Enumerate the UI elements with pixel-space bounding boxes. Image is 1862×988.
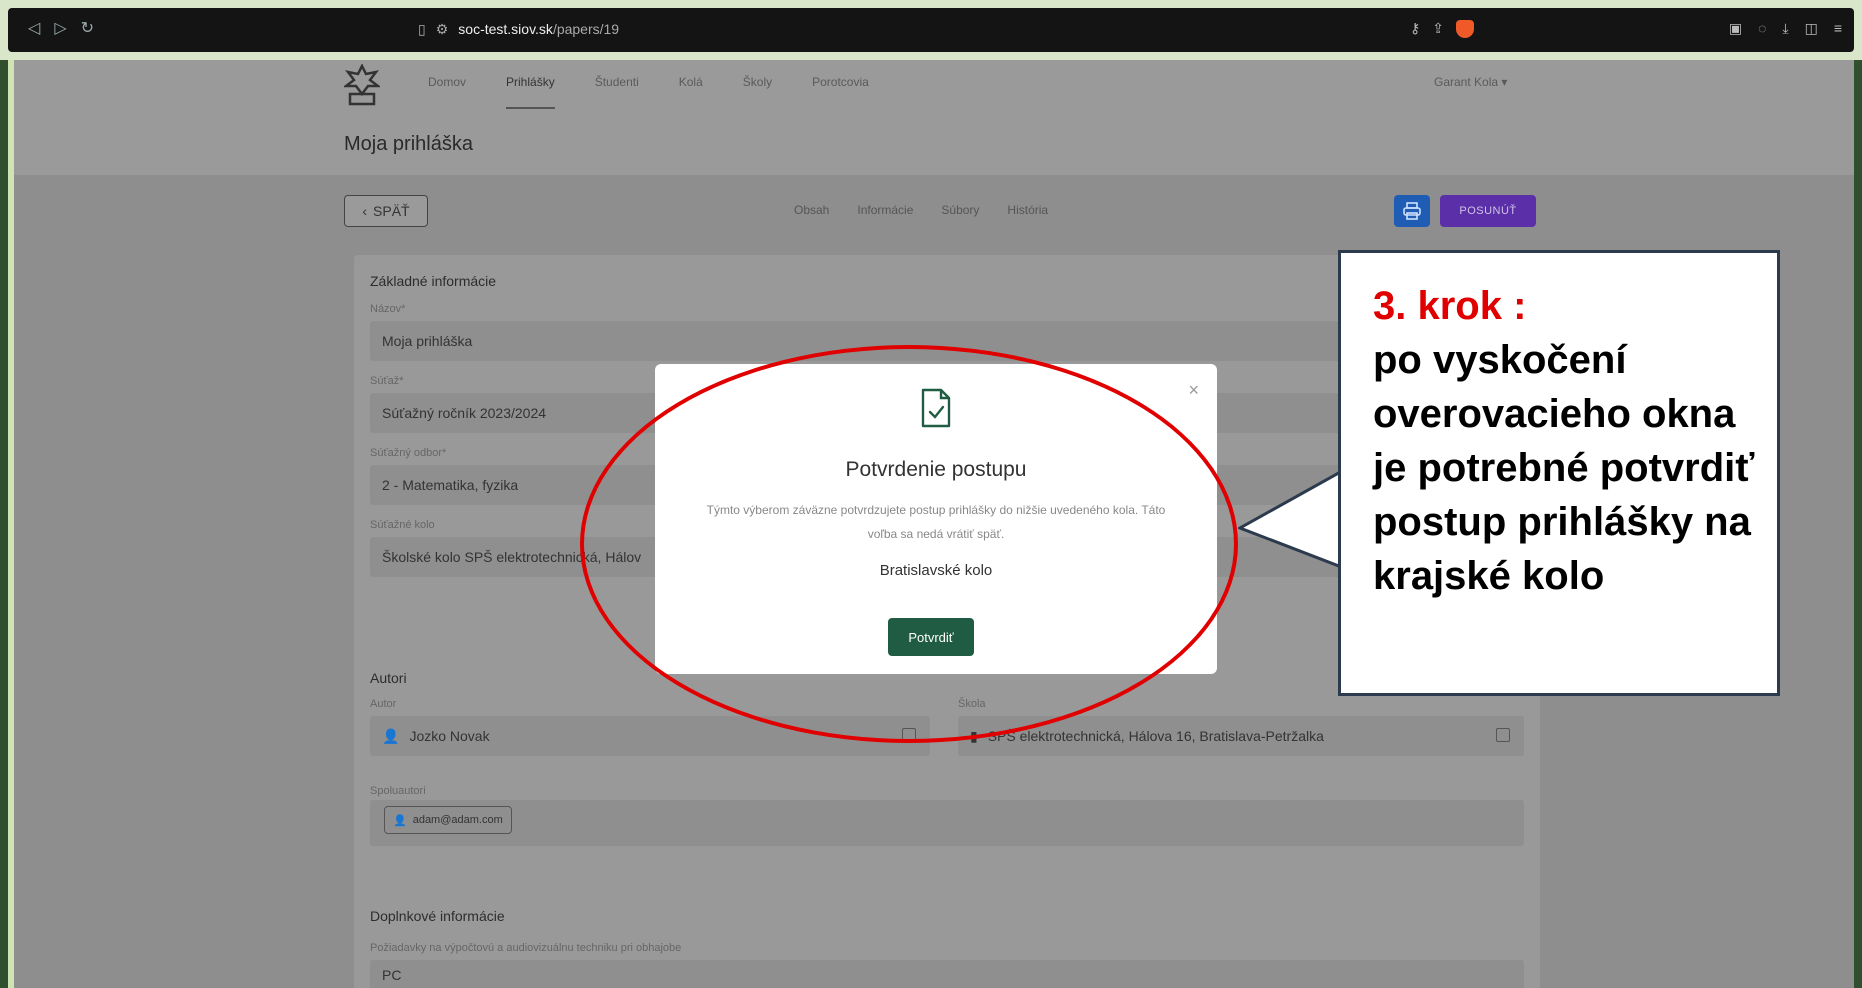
extension-icon[interactable]: ▣ <box>1729 20 1742 37</box>
url-path: /papers/19 <box>552 21 620 37</box>
round-label: Súťažné kolo <box>370 519 435 531</box>
competition-label: Súťaž* <box>370 375 404 387</box>
nav-domov[interactable]: Domov <box>428 75 466 109</box>
nav-skoly[interactable]: Školy <box>743 75 772 109</box>
user-icon: 👤 <box>382 727 400 744</box>
soc-logo-icon[interactable] <box>344 64 380 106</box>
tech-field[interactable]: PC <box>370 960 1524 988</box>
tab-subory[interactable]: Súbory <box>941 203 979 217</box>
top-navigation: Domov Prihlášky Študenti Kolá Školy Poro… <box>14 60 1854 175</box>
tab-historia[interactable]: História <box>1007 203 1048 217</box>
key-icon[interactable]: ⚷ <box>1410 20 1420 38</box>
authors-title: Autori <box>370 670 407 686</box>
browser-chrome: ◁ ▷ ↻ ▯ ⚙ soc-test.siov.sk/papers/19 ⚷ ⇪… <box>0 0 1862 60</box>
tech-label: Požiadavky na výpočtovú a audiovizuálnu … <box>370 942 682 954</box>
download-icon[interactable]: ⤓ <box>1782 20 1788 37</box>
sync-icon[interactable]: ◌ <box>1758 20 1766 37</box>
extra-info-card: Doplnkové informácie Požiadavky na výpoč… <box>354 890 1540 988</box>
back-arrow-icon[interactable]: ◁ <box>28 18 40 38</box>
callout-pointer <box>1238 470 1344 570</box>
address-bar[interactable]: ▯ ⚙ soc-test.siov.sk/papers/19 <box>418 14 1478 44</box>
school-name: SPŠ elektrotechnická, Hálova 16, Bratisl… <box>987 728 1324 744</box>
sidebar-icon[interactable]: ◫ <box>1805 20 1818 37</box>
print-button[interactable] <box>1394 195 1430 227</box>
author-label: Autor <box>370 698 397 710</box>
user-menu[interactable]: Garant Kola ▾ <box>1434 75 1507 89</box>
nav-studenti[interactable]: Študenti <box>595 75 639 109</box>
close-icon[interactable]: × <box>1188 380 1199 401</box>
share-icon[interactable]: ⇪ <box>1432 20 1444 38</box>
address-bar-actions: ⚷ ⇪ <box>1410 20 1474 38</box>
chevron-left-icon: ‹ <box>362 203 368 219</box>
brave-shield-icon[interactable] <box>1456 20 1474 38</box>
tab-obsah[interactable]: Obsah <box>794 203 829 217</box>
back-button-label: SPÄŤ <box>373 203 410 219</box>
tab-informacie[interactable]: Informácie <box>857 203 913 217</box>
bookmark-icon[interactable]: ▯ <box>418 21 426 38</box>
callout-body: po vyskočení overovacieho okna je potreb… <box>1373 338 1755 598</box>
basic-info-title: Základné informácie <box>370 273 497 289</box>
callout-text: 3. krok : po vyskočení overovacieho okna… <box>1373 279 1773 603</box>
coauthor-chip[interactable]: 👤 adam@adam.com <box>384 806 512 834</box>
reload-icon[interactable]: ↻ <box>81 18 94 38</box>
main-menu: Domov Prihlášky Študenti Kolá Školy Poro… <box>428 75 869 109</box>
callout-step: 3. krok : <box>1373 284 1527 328</box>
highlight-ellipse <box>580 345 1238 743</box>
site-info-icon[interactable]: ⚙ <box>436 21 449 38</box>
paper-tabs: Obsah Informácie Súbory História <box>794 203 1048 217</box>
url-host: soc-test.siov.sk <box>458 21 553 37</box>
name-label: Názov* <box>370 303 406 315</box>
coauthor-email: adam@adam.com <box>412 814 503 826</box>
user-icon: 👤 <box>393 814 407 827</box>
browser-nav-buttons: ◁ ▷ ↻ <box>28 18 94 38</box>
edit-school-icon[interactable] <box>1496 728 1510 742</box>
field-label: Súťažný odbor* <box>370 447 447 459</box>
move-button[interactable]: POSUNÚŤ <box>1440 195 1536 227</box>
paper-toolbar: ‹ SPÄŤ Obsah Informácie Súbory História … <box>344 195 1536 231</box>
extra-info-title: Doplnkové informácie <box>370 908 505 924</box>
nav-kola[interactable]: Kolá <box>679 75 703 109</box>
extension-icons: ▣ ◌ ⤓ ◫ ≡ <box>1729 20 1842 37</box>
coauthors-label: Spoluautori <box>370 785 426 797</box>
printer-icon <box>1403 202 1421 220</box>
menu-icon[interactable]: ≡ <box>1834 20 1842 37</box>
instruction-callout: 3. krok : po vyskočení overovacieho okna… <box>1338 250 1780 696</box>
nav-porotcovia[interactable]: Porotcovia <box>812 75 869 109</box>
author-name: Jozko Novak <box>409 728 490 744</box>
browser-toolbar: ◁ ▷ ↻ ▯ ⚙ soc-test.siov.sk/papers/19 ⚷ ⇪… <box>8 8 1854 52</box>
page-title: Moja prihláška <box>344 133 473 155</box>
coauthors-field[interactable] <box>370 800 1524 846</box>
back-button[interactable]: ‹ SPÄŤ <box>344 195 428 227</box>
nav-prihlasky[interactable]: Prihlášky <box>506 75 555 109</box>
forward-arrow-icon[interactable]: ▷ <box>54 18 66 38</box>
